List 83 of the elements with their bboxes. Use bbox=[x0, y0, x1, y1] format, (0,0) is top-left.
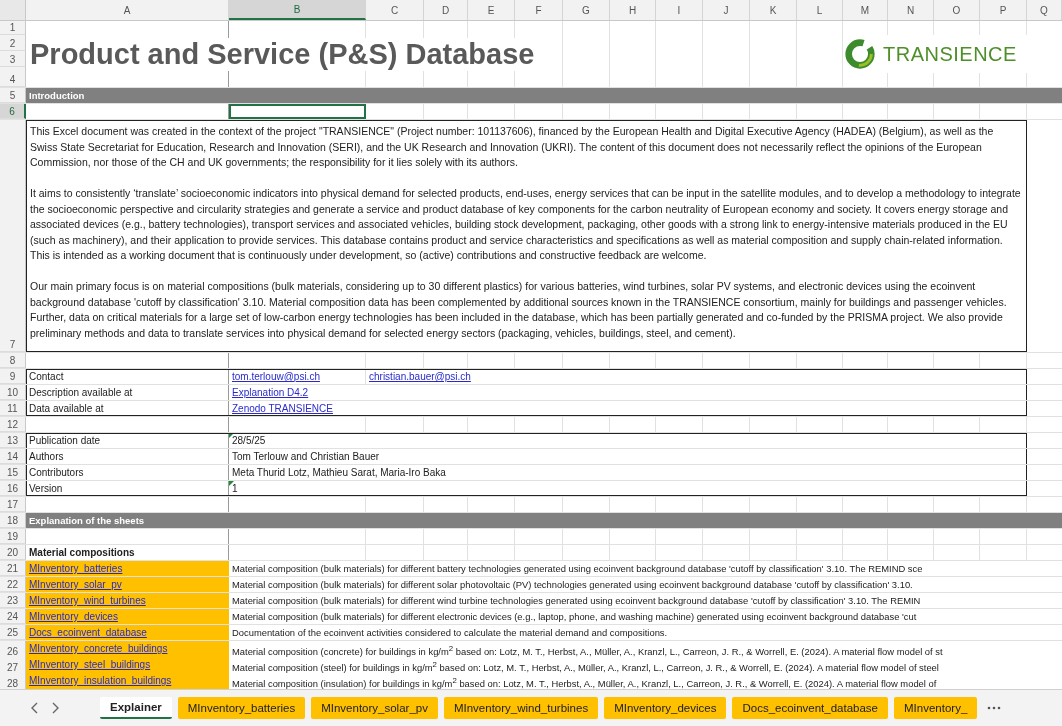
field-label: Description available at bbox=[28, 386, 134, 400]
sheet-tab[interactable]: MInventory_solar_pv bbox=[311, 697, 438, 719]
row-header[interactable]: 16 bbox=[0, 481, 26, 496]
column-header[interactable]: J bbox=[703, 0, 750, 20]
row-header[interactable]: 3 bbox=[0, 51, 26, 67]
row-header[interactable]: 9 bbox=[0, 369, 26, 384]
sheet-link[interactable]: Docs_ecoinvent_database bbox=[29, 627, 147, 638]
row-header[interactable]: 10 bbox=[0, 385, 26, 400]
selected-cell[interactable] bbox=[229, 104, 366, 119]
column-header[interactable]: D bbox=[424, 0, 468, 20]
row-header[interactable]: 13 bbox=[0, 433, 26, 448]
column-header[interactable]: L bbox=[797, 0, 843, 20]
ring-logo-icon bbox=[843, 37, 877, 71]
field-value: Meta Thurid Lotz, Mathieu Sarat, Maria-Iro Baka bbox=[232, 467, 446, 478]
row-header[interactable]: 18 bbox=[0, 513, 26, 528]
link[interactable]: Explanation D4.2 bbox=[232, 387, 309, 398]
sheet-tab[interactable]: MInventory_wind_turbines bbox=[443, 697, 599, 719]
link[interactable]: Zenodo TRANSIENCE bbox=[232, 403, 333, 414]
row-header[interactable]: 14 bbox=[0, 449, 26, 464]
column-header[interactable]: I bbox=[656, 0, 703, 20]
field-label: Authors bbox=[28, 450, 65, 464]
more-icon[interactable] bbox=[987, 706, 1002, 710]
row-header[interactable]: 11 bbox=[0, 401, 26, 416]
link[interactable]: tom.terlouw@psi.ch bbox=[232, 371, 320, 382]
row-header[interactable]: 17 bbox=[0, 497, 26, 512]
row-header[interactable]: 2 bbox=[0, 35, 26, 51]
section-header: Introduction bbox=[26, 88, 1062, 103]
row-header[interactable]: 12 bbox=[0, 417, 26, 432]
row-header[interactable]: 5 bbox=[0, 88, 26, 103]
field-value: 28/5/25 bbox=[232, 435, 266, 446]
sheet-link[interactable]: MInventory_insulation_buildings bbox=[29, 675, 172, 686]
row-header[interactable]: 22 bbox=[0, 577, 26, 592]
row-header[interactable]: 7 bbox=[0, 120, 26, 352]
sheet-link[interactable]: MInventory_concrete_buildings bbox=[29, 643, 168, 654]
field-label: Contact bbox=[28, 370, 65, 384]
field-label: Version bbox=[28, 482, 64, 496]
field-label: Contributors bbox=[28, 466, 85, 480]
column-header[interactable]: C bbox=[366, 0, 424, 20]
column-header[interactable]: Q bbox=[1027, 0, 1062, 20]
chevron-left-icon[interactable] bbox=[30, 701, 40, 715]
field-label: Data available at bbox=[28, 402, 105, 416]
row-header[interactable]: 8 bbox=[0, 353, 26, 368]
section-header: Explanation of the sheets bbox=[26, 513, 1062, 528]
sheet-tab[interactable]: MInventory_batteries bbox=[177, 697, 306, 719]
sheet-tab[interactable]: Explainer bbox=[100, 697, 172, 719]
field-label: Publication date bbox=[28, 434, 102, 448]
sheet-tab[interactable]: Docs_ecoinvent_database bbox=[732, 697, 888, 719]
sheet-tab[interactable]: MInventory_devices bbox=[604, 697, 727, 719]
column-header[interactable]: M bbox=[843, 0, 888, 20]
sheet-link[interactable]: MInventory_solar_pv bbox=[29, 579, 122, 590]
row-header[interactable]: 25 bbox=[0, 625, 26, 640]
row-header[interactable]: 1 bbox=[0, 21, 26, 35]
sheet-link[interactable]: MInventory_wind_turbines bbox=[29, 595, 146, 606]
field-value: 1 bbox=[232, 483, 238, 494]
sheet-link[interactable]: MInventory_batteries bbox=[29, 563, 123, 574]
chevron-right-icon[interactable] bbox=[50, 701, 60, 715]
row-header[interactable]: 20 bbox=[0, 545, 26, 560]
column-header[interactable]: O bbox=[934, 0, 980, 20]
paragraph: It aims to consistently ‘translate’ socioeconomic indicators into physical demand for selected products, end-uses, energy services that can be input in the satellite modules, and to develop a methodology to integrate the socioeconomic perspective and circularity strategies and generate a service and product database of key components for the carbon neutrality of European economy and society. It covers energy storage and associated devices (e.g., battery technologies), transport services and associated vehicles, building stock development, packaging, other goods with a strong link to energy-intensive materials produced in the EU (such as machinery), and their application to provide services. This database contains product and service characteristics and specifications as well as material composition and supply chain-related information. This is intended as a working document that is continuously under development, so (active) contributions and constructive feedback are welcome. bbox=[30, 186, 1022, 263]
sheet-tab[interactable]: MInventory_ bbox=[894, 697, 978, 719]
row-header[interactable]: 23 bbox=[0, 593, 26, 608]
paragraph: Our main primary focus is on material compositions (bulk materials, considering up to 30 different plastics) for various batteries, wind turbines, solar PV systems, and electronic devices using the ecoinvent background database 'cutoff by classification' 3.10. Material composition data has been complemented by additional sources known in the TRANSIENCE consortium, mainly for buildings and passenger vehicles. Further, data on critical materials for a large set of low-carbon energy technologies has been included in the database, which has been partially generated and co-funded by the PRISMA project. We also provide preliminary methods and data to translate services into physical demand for selected energy sectors (packaging, vehicles, buildings, steel, and cement). bbox=[30, 279, 1008, 341]
paragraph: This Excel document was created in the context of the project "TRANSIENCE" (Project number: 101137606), financed by the European Health and Digital Executive Agency (HADEA) (Belgium), as well as the Swiss State Secretariat for Education, Research and Innovation (SERI), and the UK Research and Innovation (UKRI). The content of this document does not necessarily reflect the opinions of the European Commission, nor those of the CH and UK governments; the responsibility for it lies solely with its authors. bbox=[30, 124, 995, 170]
field-value: Tom Terlouw and Christian Bauer bbox=[232, 451, 380, 462]
column-header[interactable]: P bbox=[980, 0, 1027, 20]
sheet-link[interactable]: MInventory_devices bbox=[29, 611, 118, 622]
column-header[interactable]: E bbox=[468, 0, 515, 20]
sheet-link[interactable]: MInventory_steel_buildings bbox=[29, 659, 151, 670]
logo-text: TRANSIENCE bbox=[883, 42, 1017, 66]
row-header[interactable]: 24 bbox=[0, 609, 26, 624]
row-header[interactable]: 19 bbox=[0, 529, 26, 544]
column-header[interactable]: B bbox=[229, 0, 366, 20]
column-header[interactable]: N bbox=[888, 0, 934, 20]
column-header[interactable]: G bbox=[563, 0, 610, 20]
group-heading: Material compositions bbox=[28, 546, 136, 560]
row-header[interactable]: 15 bbox=[0, 465, 26, 480]
column-header[interactable]: K bbox=[750, 0, 797, 20]
row-header[interactable]: 6 bbox=[0, 104, 26, 119]
column-header[interactable]: F bbox=[515, 0, 563, 20]
link[interactable]: christian.bauer@psi.ch bbox=[369, 371, 471, 382]
column-header[interactable]: H bbox=[610, 0, 656, 20]
row-header[interactable]: 21 bbox=[0, 561, 26, 576]
row-header[interactable]: 4 bbox=[0, 67, 26, 87]
